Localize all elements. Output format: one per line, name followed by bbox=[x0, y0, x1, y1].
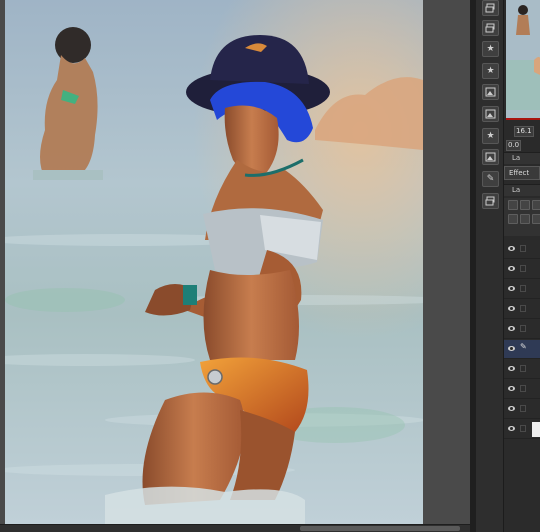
lock-checkbox[interactable] bbox=[520, 405, 526, 412]
eye-icon[interactable] bbox=[508, 366, 515, 371]
layer-icon[interactable] bbox=[482, 0, 499, 16]
layer-icon[interactable] bbox=[482, 20, 499, 36]
layer-row[interactable] bbox=[504, 400, 540, 419]
lock-checkbox[interactable] bbox=[520, 425, 526, 432]
layer-thumbnail bbox=[532, 422, 540, 437]
canvas-viewport[interactable] bbox=[0, 0, 470, 532]
eye-icon[interactable] bbox=[508, 286, 515, 291]
layer-option-button[interactable] bbox=[520, 214, 530, 224]
eye-icon[interactable] bbox=[508, 266, 515, 271]
layer-property-tab[interactable]: La bbox=[504, 152, 540, 164]
zoom-value[interactable]: 16.1 bbox=[514, 126, 534, 137]
eye-icon[interactable] bbox=[508, 246, 515, 251]
layer-option-button[interactable] bbox=[520, 200, 530, 210]
layer-row[interactable] bbox=[504, 420, 540, 439]
lock-checkbox[interactable] bbox=[520, 325, 526, 332]
layer-option-button[interactable] bbox=[508, 214, 518, 224]
scrollbar-thumb[interactable] bbox=[300, 526, 460, 531]
image-icon[interactable] bbox=[482, 149, 499, 165]
eye-icon[interactable] bbox=[508, 346, 515, 351]
eye-icon[interactable] bbox=[508, 306, 515, 311]
pen-icon[interactable]: ✎ bbox=[482, 171, 499, 187]
navigator-preview[interactable] bbox=[506, 0, 540, 120]
right-panel: 16.1 0.0 La Effect La ✎ bbox=[504, 0, 540, 532]
layer-panel-tab[interactable]: La bbox=[504, 184, 540, 196]
layer-row[interactable] bbox=[504, 260, 540, 279]
star-icon[interactable]: ★ bbox=[482, 63, 499, 79]
layer-toolbar bbox=[504, 198, 540, 236]
eye-icon[interactable] bbox=[508, 386, 515, 391]
star-icon[interactable]: ★ bbox=[482, 41, 499, 57]
lock-checkbox[interactable] bbox=[520, 245, 526, 252]
layer-option-button[interactable] bbox=[532, 200, 540, 210]
layer-row[interactable] bbox=[504, 280, 540, 299]
layer-row[interactable] bbox=[504, 380, 540, 399]
eye-icon[interactable] bbox=[508, 426, 515, 431]
layer-row[interactable] bbox=[504, 360, 540, 379]
rotate-value[interactable]: 0.0 bbox=[506, 140, 522, 151]
layer-row-selected[interactable]: ✎ bbox=[504, 340, 540, 359]
canvas-horizontal-scrollbar[interactable] bbox=[0, 524, 470, 532]
layer-row[interactable] bbox=[504, 300, 540, 319]
artwork-canvas[interactable] bbox=[5, 0, 423, 524]
layer-row[interactable] bbox=[504, 320, 540, 339]
navigator-controls: 16.1 0.0 bbox=[504, 126, 540, 151]
lock-checkbox[interactable] bbox=[520, 365, 526, 372]
effect-dropdown[interactable]: Effect bbox=[504, 166, 540, 180]
pen-icon: ✎ bbox=[520, 342, 527, 351]
paint-app-window: ★ ★ ★ ✎ 16.1 0.0 La Effect La ✎ bbox=[0, 0, 540, 532]
layer-icon[interactable] bbox=[482, 193, 499, 209]
layer-row[interactable] bbox=[504, 240, 540, 259]
lock-checkbox[interactable] bbox=[520, 305, 526, 312]
layer-option-button[interactable] bbox=[508, 200, 518, 210]
lock-checkbox[interactable] bbox=[520, 285, 526, 292]
eye-icon[interactable] bbox=[508, 326, 515, 331]
image-icon[interactable] bbox=[482, 106, 499, 122]
layer-option-button[interactable] bbox=[532, 214, 540, 224]
lock-checkbox[interactable] bbox=[520, 385, 526, 392]
lock-checkbox[interactable] bbox=[520, 265, 526, 272]
image-icon[interactable] bbox=[482, 84, 499, 100]
layer-list: ✎ bbox=[504, 240, 540, 532]
tool-palette: ★ ★ ★ ✎ bbox=[476, 0, 504, 532]
star-icon[interactable]: ★ bbox=[482, 128, 499, 144]
eye-icon[interactable] bbox=[508, 406, 515, 411]
painting-image bbox=[5, 0, 423, 524]
